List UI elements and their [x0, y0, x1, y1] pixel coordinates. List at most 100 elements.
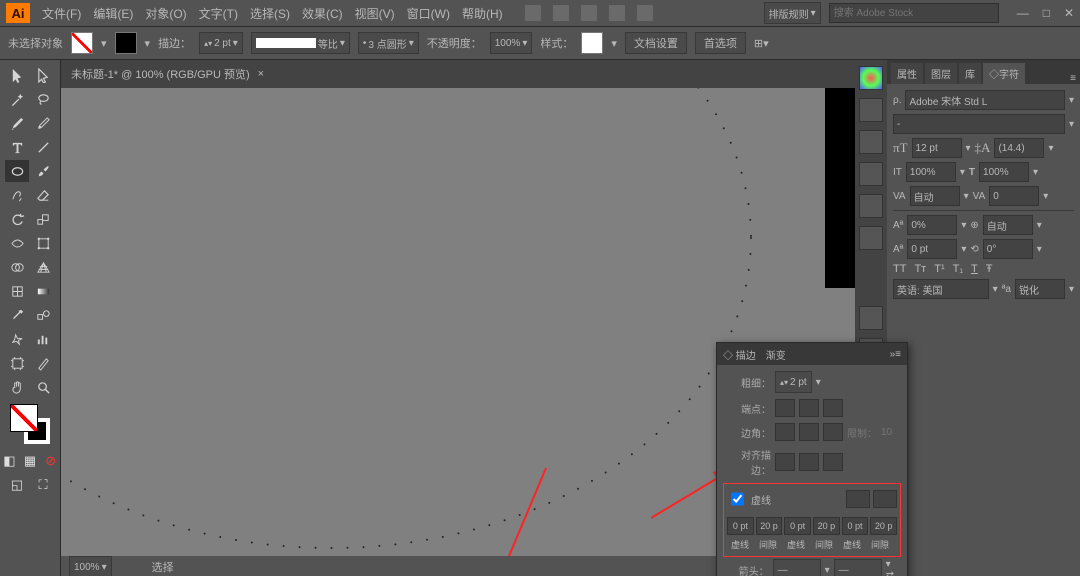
menu-file[interactable]: 文件(F) [36, 5, 87, 22]
subscript-button[interactable]: T₁ [953, 263, 963, 275]
stock-icon[interactable] [553, 5, 569, 21]
pen-tool[interactable] [5, 112, 29, 134]
cap-round-button[interactable] [799, 399, 819, 417]
workspace-switcher[interactable]: 排版规则 ▾ [764, 2, 821, 24]
menu-select[interactable]: 选择(S) [244, 5, 296, 22]
gradient-panel-tab[interactable]: 渐变 [766, 347, 786, 362]
window-close-button[interactable]: ✕ [1064, 6, 1074, 20]
bridge-icon[interactable] [525, 5, 541, 21]
window-maximize-button[interactable]: □ [1043, 6, 1050, 20]
tracking-input[interactable]: 0 [989, 186, 1039, 206]
arrow-end-dropdown[interactable]: — [834, 559, 882, 576]
shift-input[interactable]: 0 pt [907, 239, 957, 259]
gap-3-input[interactable]: 20 p [870, 517, 897, 535]
align-icon[interactable]: ⊞▾ [754, 37, 769, 50]
menu-type[interactable]: 文字(T) [193, 5, 244, 22]
corner-round-button[interactable] [799, 423, 819, 441]
all-caps-button[interactable]: TT [893, 263, 906, 275]
arrange-icon[interactable] [581, 5, 597, 21]
menu-view[interactable]: 视图(V) [349, 5, 401, 22]
gradient-mode-icon[interactable]: ▦ [21, 450, 40, 472]
stroke-weight-input[interactable]: ▴▾2 pt ▾ [199, 32, 243, 54]
scale-tool[interactable] [31, 208, 55, 230]
dashed-line-checkbox[interactable] [731, 490, 744, 508]
stroke-profile-dropdown[interactable]: 等比 ▾ [251, 32, 350, 54]
horizontal-scale-input[interactable]: 100% [979, 162, 1029, 182]
slice-tool[interactable] [31, 352, 55, 374]
draw-normal-icon[interactable]: ◱ [5, 474, 29, 496]
stroke-panel-tab[interactable]: ◇ 描边 [723, 347, 756, 362]
blend-tool[interactable] [31, 304, 55, 326]
eyedropper-tool[interactable] [5, 304, 29, 326]
document-setup-button[interactable]: 文档设置 [625, 32, 687, 54]
transparency-panel-icon[interactable] [859, 226, 883, 250]
stock-search-input[interactable] [829, 3, 999, 23]
feedback-icon[interactable] [637, 5, 653, 21]
magic-wand-tool[interactable] [5, 88, 29, 110]
libraries-tab[interactable]: 库 [959, 63, 981, 84]
shape-builder-tool[interactable] [5, 256, 29, 278]
panel-menu-icon[interactable]: »≡ [890, 349, 901, 360]
character-tab[interactable]: ◇字符 [983, 63, 1025, 84]
dash-1-input[interactable]: 0 pt [727, 517, 754, 535]
corner-bevel-button[interactable] [823, 423, 843, 441]
menu-help[interactable]: 帮助(H) [456, 5, 509, 22]
font-family-dropdown[interactable]: Adobe 宋体 Std L [905, 90, 1065, 110]
document-tab-label[interactable]: 未标题-1* @ 100% (RGB/GPU 预览) [71, 66, 250, 82]
width-tool[interactable] [5, 232, 29, 254]
zoom-level-dropdown[interactable]: 100% ▾ [69, 556, 112, 576]
document-close-button[interactable]: × [258, 68, 264, 80]
free-transform-tool[interactable] [31, 232, 55, 254]
superscript-button[interactable]: T¹ [934, 263, 944, 275]
line-tool[interactable] [31, 136, 55, 158]
paintbrush-tool[interactable] [31, 160, 55, 182]
baseline-shift-input[interactable]: 0% [907, 215, 957, 235]
menu-window[interactable]: 窗口(W) [401, 5, 456, 22]
gradient-tool[interactable] [31, 280, 55, 302]
libraries-panel-icon[interactable] [859, 306, 883, 330]
gpu-icon[interactable] [609, 5, 625, 21]
graphic-style-swatch[interactable] [581, 32, 603, 54]
swatches-panel-icon[interactable] [859, 98, 883, 122]
color-panel-icon[interactable] [859, 66, 883, 90]
preferences-button[interactable]: 首选项 [695, 32, 746, 54]
leading-input[interactable]: (14.4) [994, 138, 1044, 158]
zoom-tool[interactable] [31, 376, 55, 398]
screen-mode-icon[interactable]: ⛶ [31, 474, 55, 496]
font-size-input[interactable]: 12 pt [912, 138, 962, 158]
dash-3-input[interactable]: 0 pt [842, 517, 869, 535]
eraser-tool[interactable] [31, 184, 55, 206]
menu-object[interactable]: 对象(O) [139, 5, 192, 22]
type-tool[interactable] [5, 136, 29, 158]
vertical-scale-input[interactable]: 100% [906, 162, 956, 182]
gap-2-input[interactable]: 20 p [813, 517, 840, 535]
symbol-sprayer-tool[interactable] [5, 328, 29, 350]
corner-miter-button[interactable] [775, 423, 795, 441]
kerning-input[interactable]: 自动 [910, 186, 960, 206]
align-outside-button[interactable] [823, 453, 843, 471]
language-dropdown[interactable]: 英语: 美国 [893, 279, 989, 299]
layers-tab[interactable]: 图层 [925, 63, 957, 84]
char-rotation-input[interactable]: 0° [983, 239, 1033, 259]
dash-align-button[interactable] [873, 490, 897, 508]
lasso-tool[interactable] [31, 88, 55, 110]
fill-stroke-control[interactable] [10, 404, 50, 444]
symbols-panel-icon[interactable] [859, 130, 883, 154]
opacity-input[interactable]: 100% ▾ [490, 32, 533, 54]
panel-flyout-menu[interactable]: ≡ [1070, 73, 1076, 84]
mesh-tool[interactable] [5, 280, 29, 302]
window-minimize-button[interactable]: — [1017, 6, 1029, 20]
rotate-tool[interactable] [5, 208, 29, 230]
shaper-tool[interactable] [5, 184, 29, 206]
brush-dropdown[interactable]: • 3 点圆形 ▾ [358, 32, 419, 54]
gap-1-input[interactable]: 20 p [756, 517, 783, 535]
dash-2-input[interactable]: 0 pt [784, 517, 811, 535]
stroke-swatch[interactable] [115, 32, 137, 54]
font-style-dropdown[interactable]: - [893, 114, 1065, 134]
fill-swatch[interactable] [71, 32, 93, 54]
menu-edit[interactable]: 编辑(E) [87, 5, 139, 22]
fill-color-box[interactable] [10, 404, 38, 432]
dash-preserve-button[interactable] [846, 490, 870, 508]
underline-button[interactable]: T [971, 263, 978, 275]
artboard-tool[interactable] [5, 352, 29, 374]
